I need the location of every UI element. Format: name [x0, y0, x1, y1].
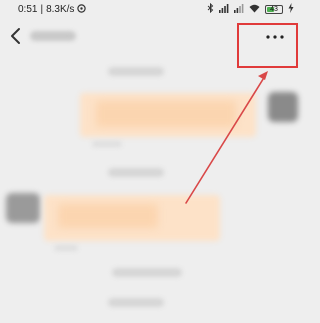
signal-icon: [234, 3, 244, 15]
back-button[interactable]: [8, 26, 24, 46]
timestamp-blurred: [108, 67, 164, 76]
incoming-message-text-blurred: [58, 204, 158, 228]
chat-title-blurred: [30, 31, 76, 41]
incoming-meta-blurred: [54, 245, 78, 251]
timestamp-blurred: [112, 268, 182, 277]
battery-icon: 43: [265, 4, 283, 14]
highlight-box: [237, 23, 298, 68]
status-right: 43: [207, 2, 294, 15]
hotspot-icon: [77, 3, 87, 15]
wifi-icon: [249, 4, 260, 15]
battery-level: 43: [270, 5, 278, 13]
status-bar: 0:51 | 8.3K/s 43: [0, 0, 302, 18]
outgoing-message-text-blurred: [96, 101, 236, 127]
contact-avatar[interactable]: [6, 193, 40, 223]
status-time: 0:51: [18, 3, 38, 15]
timestamp-blurred: [108, 298, 164, 307]
charging-icon: [288, 3, 294, 15]
signal-icon: [219, 3, 229, 15]
bluetooth-icon: [207, 2, 214, 15]
chevron-left-icon: [11, 28, 20, 44]
my-avatar[interactable]: [268, 92, 298, 122]
status-left: 0:51 | 8.3K/s: [18, 3, 87, 15]
network-speed: 8.3K/s: [46, 3, 75, 15]
timestamp-blurred: [108, 168, 164, 177]
status-separator: |: [40, 3, 44, 15]
outgoing-meta-blurred: [92, 141, 122, 147]
